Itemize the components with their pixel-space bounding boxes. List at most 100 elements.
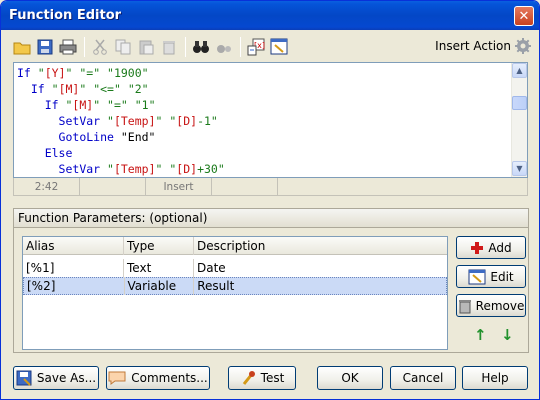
parameters-header: Function Parameters: (optional): [13, 208, 529, 227]
save-as-button[interactable]: Save As...: [13, 366, 99, 390]
test-icon: [240, 370, 256, 386]
type-cell: Text: [124, 259, 194, 277]
edit-button-label: Edit: [490, 269, 514, 284]
type-cell: Variable: [125, 277, 195, 295]
edit-button[interactable]: Edit: [456, 265, 526, 288]
code-token: "End": [120, 130, 156, 144]
code-token: If: [30, 82, 52, 96]
edit-icon: [468, 269, 486, 285]
add-button[interactable]: Add: [456, 236, 526, 259]
save-icon[interactable]: [34, 36, 56, 58]
move-up-arrow-icon[interactable]: ↑: [474, 326, 487, 344]
description-cell: Date: [197, 261, 226, 275]
copy-icon[interactable]: [112, 36, 134, 58]
description-cell: Result: [197, 279, 235, 293]
toolbar-separator: [84, 37, 85, 57]
new-folder-icon[interactable]: [11, 36, 33, 58]
insert-action-icon[interactable]: [268, 36, 290, 58]
table-header: Alias Type Description: [23, 236, 447, 255]
code-text[interactable]: If "[Y]" "=" "1900" If "[M]" "<=" "2" If…: [17, 65, 225, 177]
code-line[interactable]: If "[M]" "<=" "2": [17, 81, 225, 97]
column-header-type[interactable]: Type: [124, 236, 194, 255]
code-line[interactable]: Else: [17, 145, 225, 161]
find-replace-icon[interactable]: [213, 36, 235, 58]
code-token: ": [51, 82, 59, 96]
status-field-2: [80, 178, 146, 195]
cursor-position: 2:42: [14, 178, 80, 195]
code-line[interactable]: GotoLine "End": [17, 129, 225, 145]
parameters-panel: Alias Type Description [%1] Text Date [%…: [13, 227, 529, 353]
help-button[interactable]: Help: [462, 366, 528, 390]
code-token: [Y]: [44, 66, 66, 80]
column-header-description[interactable]: Description: [194, 237, 447, 255]
editor-scrollbar[interactable]: ▲ ▼: [511, 63, 527, 177]
code-token: GotoLine: [58, 130, 121, 144]
find-icon[interactable]: [190, 36, 212, 58]
ok-button[interactable]: OK: [317, 366, 383, 390]
code-token: Else: [44, 146, 73, 160]
column-header-alias[interactable]: Alias: [23, 236, 124, 255]
code-token: [M]: [72, 98, 94, 112]
code-token: " ": [155, 114, 177, 128]
plus-icon: [470, 241, 484, 255]
save-as-label: Save As...: [36, 371, 97, 385]
insert-action-button[interactable]: Insert Action: [435, 38, 531, 54]
code-token: If: [17, 66, 38, 80]
parameters-table[interactable]: Alias Type Description [%1] Text Date [%…: [22, 236, 448, 350]
editor-statusbar: 2:42 Insert: [13, 178, 528, 196]
code-token: " ": [155, 162, 177, 176]
title-bar[interactable]: Function Editor ✕: [1, 1, 539, 30]
code-token: If: [44, 98, 66, 112]
toolbar-separator: [240, 37, 241, 57]
cancel-button[interactable]: Cancel: [390, 366, 456, 390]
table-row-selected[interactable]: [%2] Variable Result: [23, 277, 447, 295]
code-line[interactable]: If "[M]" "=" "1": [17, 97, 225, 113]
code-token: ": [107, 114, 114, 128]
comments-button[interactable]: Comments...: [106, 366, 210, 390]
comments-label: Comments...: [131, 371, 208, 385]
code-token: " "<=" "2": [79, 82, 149, 96]
delete-icon[interactable]: [158, 36, 180, 58]
move-down-arrow-icon[interactable]: ↓: [501, 326, 514, 344]
print-icon[interactable]: [57, 36, 79, 58]
code-token: SetVar: [58, 162, 108, 176]
insert-variable-icon[interactable]: [x]: [245, 36, 267, 58]
paste-icon[interactable]: [135, 36, 157, 58]
code-token: [D]: [176, 114, 198, 128]
alias-cell: [%2]: [24, 277, 125, 295]
code-token: " "=" "1900": [65, 66, 149, 80]
table-row[interactable]: [%1] Text Date: [23, 259, 447, 277]
remove-button[interactable]: Remove: [456, 294, 526, 317]
code-token: +30": [197, 162, 225, 176]
code-token: [Temp]: [113, 162, 156, 176]
comment-icon: [108, 371, 126, 385]
scroll-up-button[interactable]: ▲: [512, 63, 527, 78]
code-token: ": [37, 66, 45, 80]
code-line[interactable]: If "[Y]" "=" "1900": [17, 65, 225, 81]
scroll-thumb[interactable]: [512, 96, 527, 110]
code-editor[interactable]: If "[Y]" "=" "1900" If "[M]" "<=" "2" If…: [13, 62, 528, 178]
status-field-4: [212, 178, 278, 195]
insert-action-label: Insert Action: [435, 39, 511, 53]
alias-cell: [%1]: [23, 259, 124, 277]
code-token: SetVar: [58, 114, 108, 128]
test-button[interactable]: Test: [228, 366, 296, 390]
add-button-label: Add: [488, 240, 512, 255]
trash-icon: [458, 298, 472, 314]
remove-button-label: Remove: [475, 298, 525, 313]
code-line[interactable]: SetVar "[Temp]" "[D]-1": [17, 113, 225, 129]
cut-icon[interactable]: [89, 36, 111, 58]
gear-icon: [515, 38, 531, 54]
save-as-icon: [16, 370, 32, 386]
code-token: [M]: [58, 82, 80, 96]
code-token: ": [107, 162, 114, 176]
scroll-down-button[interactable]: ▼: [512, 161, 527, 176]
code-line[interactable]: SetVar "[Temp]" "[D]+30": [17, 161, 225, 177]
test-label: Test: [260, 371, 285, 385]
function-editor-window: Function Editor ✕ [x] Insert Action If "…: [0, 0, 540, 400]
close-button[interactable]: ✕: [514, 6, 534, 26]
